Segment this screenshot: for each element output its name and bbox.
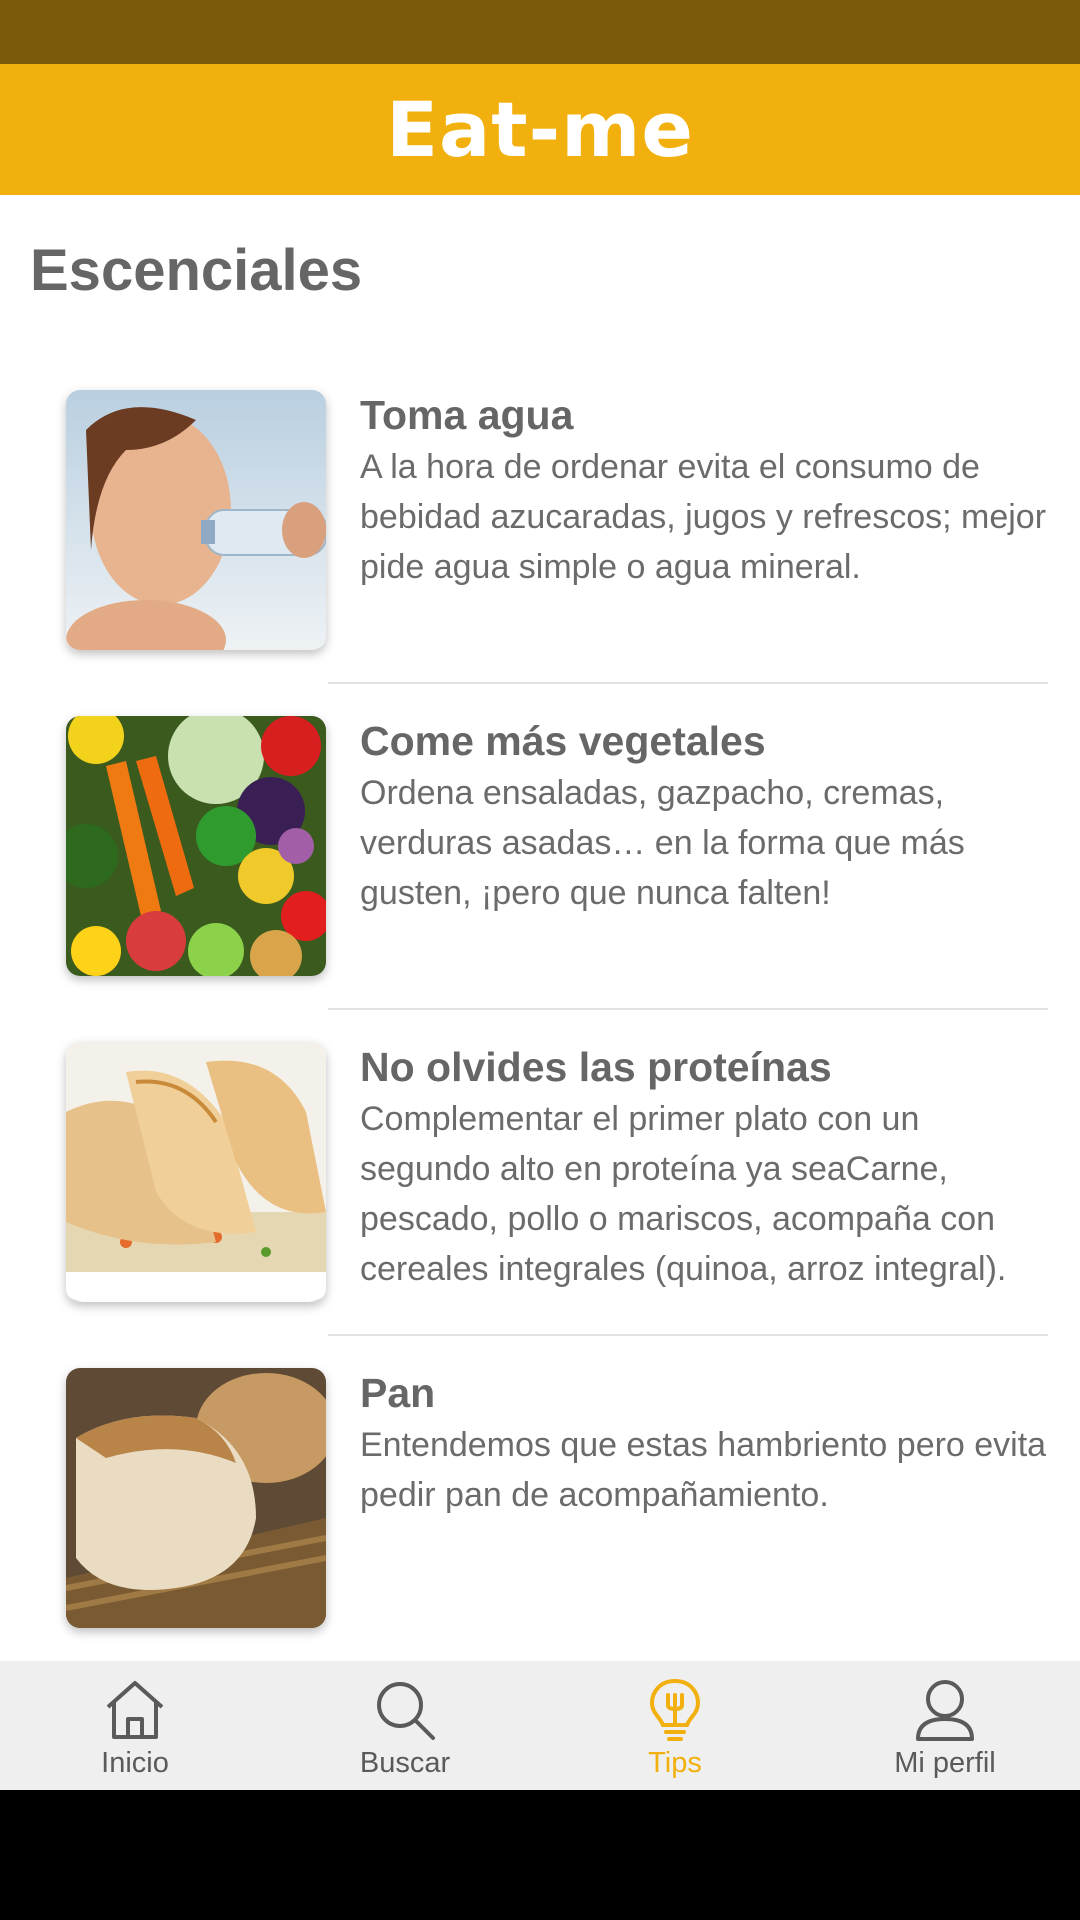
search-icon: [377, 1682, 435, 1740]
tip-title: Pan: [360, 1370, 436, 1416]
tab-bar: Inicio Buscar Tips Mi perfil: [0, 1661, 1080, 1790]
tab-tips[interactable]: Tips: [540, 1661, 810, 1790]
tip-item-bread[interactable]: Pan Entendemos que estas hambriento pero…: [0, 1368, 1080, 1661]
tip-image-vegetables: [66, 716, 326, 976]
lightbulb-icon: [649, 1678, 701, 1741]
tip-title: Come más vegetales: [360, 718, 766, 764]
tip-item-proteins[interactable]: No olvides las proteínas Complementar el…: [0, 1042, 1080, 1368]
tip-body: A la hora de ordenar evita el consumo de…: [360, 448, 1047, 586]
tab-label: Mi perfil: [894, 1747, 996, 1779]
user-icon: [916, 1680, 974, 1741]
tip-body: Complementar el primer plato con un segu…: [360, 1100, 1007, 1288]
tip-title: Toma agua: [360, 392, 574, 438]
tip-body: Entendemos que estas hambriento pero evi…: [360, 1426, 1047, 1514]
tip-item-water[interactable]: Toma agua A la hora de ordenar evita el …: [0, 390, 1080, 716]
status-bar: [0, 0, 1080, 64]
tab-label: Inicio: [101, 1747, 169, 1779]
tip-image-proteins: [66, 1042, 326, 1302]
tip-title: No olvides las proteínas: [360, 1044, 832, 1090]
tab-buscar[interactable]: Buscar: [270, 1661, 540, 1790]
home-icon: [106, 1681, 164, 1739]
tips-list[interactable]: Escenciales Toma agua A la hora de orden…: [0, 195, 1080, 1661]
divider: [328, 1334, 1048, 1336]
tip-image-bread: [66, 1368, 326, 1628]
tab-label: Buscar: [359, 1747, 451, 1779]
divider: [328, 1008, 1048, 1010]
app-title: Eat-me: [386, 85, 694, 174]
tip-item-vegetables[interactable]: Come más vegetales Ordena ensaladas, gaz…: [0, 716, 1080, 1042]
section-title: Escenciales: [30, 238, 363, 303]
tab-inicio[interactable]: Inicio: [0, 1661, 270, 1790]
app-header: Eat-me: [0, 64, 1080, 195]
divider: [328, 682, 1048, 684]
system-nav-bar: [0, 1790, 1080, 1920]
tab-label: Tips: [648, 1747, 702, 1779]
tip-body: Ordena ensaladas, gazpacho, cremas, verd…: [360, 774, 965, 912]
tab-mi-perfil[interactable]: Mi perfil: [810, 1661, 1080, 1790]
tip-image-water: [66, 390, 326, 650]
